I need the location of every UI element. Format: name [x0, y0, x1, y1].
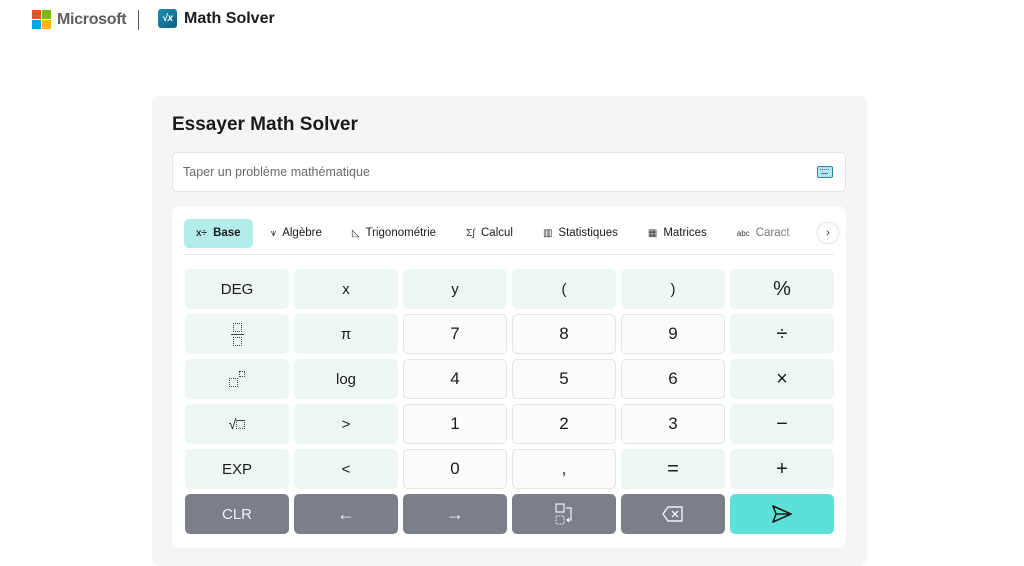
key-backspace[interactable] — [621, 494, 725, 534]
tabs-divider — [184, 254, 834, 255]
header-divider — [138, 10, 139, 30]
math-keypad: x÷ Base ⩛ Algèbre ◺ Trigonométrie Σ∫ Cal… — [172, 206, 846, 548]
tab-label: Trigonométrie — [365, 227, 437, 239]
tab-calculus[interactable]: Σ∫ Calcul — [454, 219, 525, 248]
tab-label: Matrices — [663, 227, 707, 239]
key-1[interactable]: 1 — [403, 404, 507, 444]
key-log[interactable]: log — [294, 359, 398, 399]
key-multiply[interactable]: × — [730, 359, 834, 399]
tab-statistics[interactable]: ▥ Statistiques — [531, 219, 630, 248]
key-8[interactable]: 8 — [512, 314, 616, 354]
key-2[interactable]: 2 — [512, 404, 616, 444]
math-problem-input[interactable] — [183, 165, 845, 179]
algebra-icon: ⩛ — [270, 227, 277, 239]
key-y[interactable]: y — [403, 269, 507, 309]
tab-label: Statistiques — [558, 227, 618, 239]
key-equals[interactable]: = — [621, 449, 725, 489]
key-greater-than[interactable]: > — [294, 404, 398, 444]
key-submit[interactable] — [730, 494, 834, 534]
key-comma[interactable]: , — [512, 449, 616, 489]
calculus-icon: Σ∫ — [466, 227, 475, 239]
microsoft-logo[interactable]: Microsoft — [32, 10, 127, 29]
tab-base[interactable]: x÷ Base — [184, 218, 253, 248]
key-close-paren[interactable]: ) — [621, 269, 725, 309]
key-exp[interactable]: EXP — [185, 449, 289, 489]
key-cursor-right[interactable]: → — [403, 494, 507, 534]
key-3[interactable]: 3 — [621, 404, 725, 444]
trigonometry-icon: ◺ — [351, 227, 360, 239]
tab-label: Base — [213, 227, 241, 239]
key-9[interactable]: 9 — [621, 314, 725, 354]
tab-matrices[interactable]: ▦ Matrices — [636, 219, 719, 248]
key-percent[interactable]: % — [730, 269, 834, 309]
key-deg[interactable]: DEG — [185, 269, 289, 309]
keypad-grid: DEG x y ( ) % π 7 8 9 ÷ log 4 5 6 × √ > … — [185, 269, 834, 534]
tab-label: Algèbre — [282, 227, 322, 239]
key-fraction[interactable] — [185, 314, 289, 354]
exponent-icon — [229, 371, 245, 387]
microsoft-logo-icon — [32, 10, 51, 29]
key-cursor-left[interactable]: ← — [294, 494, 398, 534]
tab-trigonometry[interactable]: ◺ Trigonométrie — [340, 219, 448, 248]
key-5[interactable]: 5 — [512, 359, 616, 399]
keyboard-icon[interactable] — [817, 166, 833, 178]
math-solver-icon: √x — [158, 9, 177, 28]
arrow-right-icon: → — [446, 503, 464, 524]
newline-icon — [555, 503, 572, 525]
base-icon: x÷ — [196, 227, 208, 239]
app-name: Math Solver — [184, 9, 275, 27]
backspace-icon — [662, 506, 683, 522]
fraction-icon — [230, 322, 244, 346]
statistics-icon: ▥ — [542, 227, 553, 239]
key-divide[interactable]: ÷ — [730, 314, 834, 354]
key-sqrt[interactable]: √ — [185, 404, 289, 444]
tab-algebra[interactable]: ⩛ Algèbre — [259, 219, 334, 248]
tabs-next-button[interactable]: › — [818, 223, 838, 243]
key-7[interactable]: 7 — [403, 314, 507, 354]
key-exponent[interactable] — [185, 359, 289, 399]
key-minus[interactable]: − — [730, 404, 834, 444]
tab-label: Calcul — [481, 227, 513, 239]
tabs-fade — [782, 218, 822, 248]
key-open-paren[interactable]: ( — [512, 269, 616, 309]
key-newline[interactable] — [512, 494, 616, 534]
top-bar: Microsoft √x Math Solver — [0, 0, 1024, 40]
key-plus[interactable]: + — [730, 449, 834, 489]
math-solver-card: Essayer Math Solver x÷ Base ⩛ Algèbre ◺ … — [152, 96, 867, 566]
characters-icon: abc — [736, 228, 750, 238]
key-less-than[interactable]: < — [294, 449, 398, 489]
math-problem-input-box[interactable] — [172, 152, 846, 192]
key-0[interactable]: 0 — [403, 449, 507, 489]
matrices-icon: ▦ — [647, 227, 658, 239]
send-icon — [772, 505, 792, 523]
key-pi[interactable]: π — [294, 314, 398, 354]
key-6[interactable]: 6 — [621, 359, 725, 399]
arrow-left-icon: ← — [337, 503, 355, 524]
key-x[interactable]: x — [294, 269, 398, 309]
sqrt-icon: √ — [229, 416, 246, 432]
keypad-tabs: x÷ Base ⩛ Algèbre ◺ Trigonométrie Σ∫ Cal… — [184, 218, 834, 248]
brand-name: Microsoft — [57, 10, 127, 28]
math-solver-logo[interactable]: √x Math Solver — [158, 9, 275, 28]
card-title: Essayer Math Solver — [172, 114, 358, 135]
key-clear[interactable]: CLR — [185, 494, 289, 534]
key-4[interactable]: 4 — [403, 359, 507, 399]
